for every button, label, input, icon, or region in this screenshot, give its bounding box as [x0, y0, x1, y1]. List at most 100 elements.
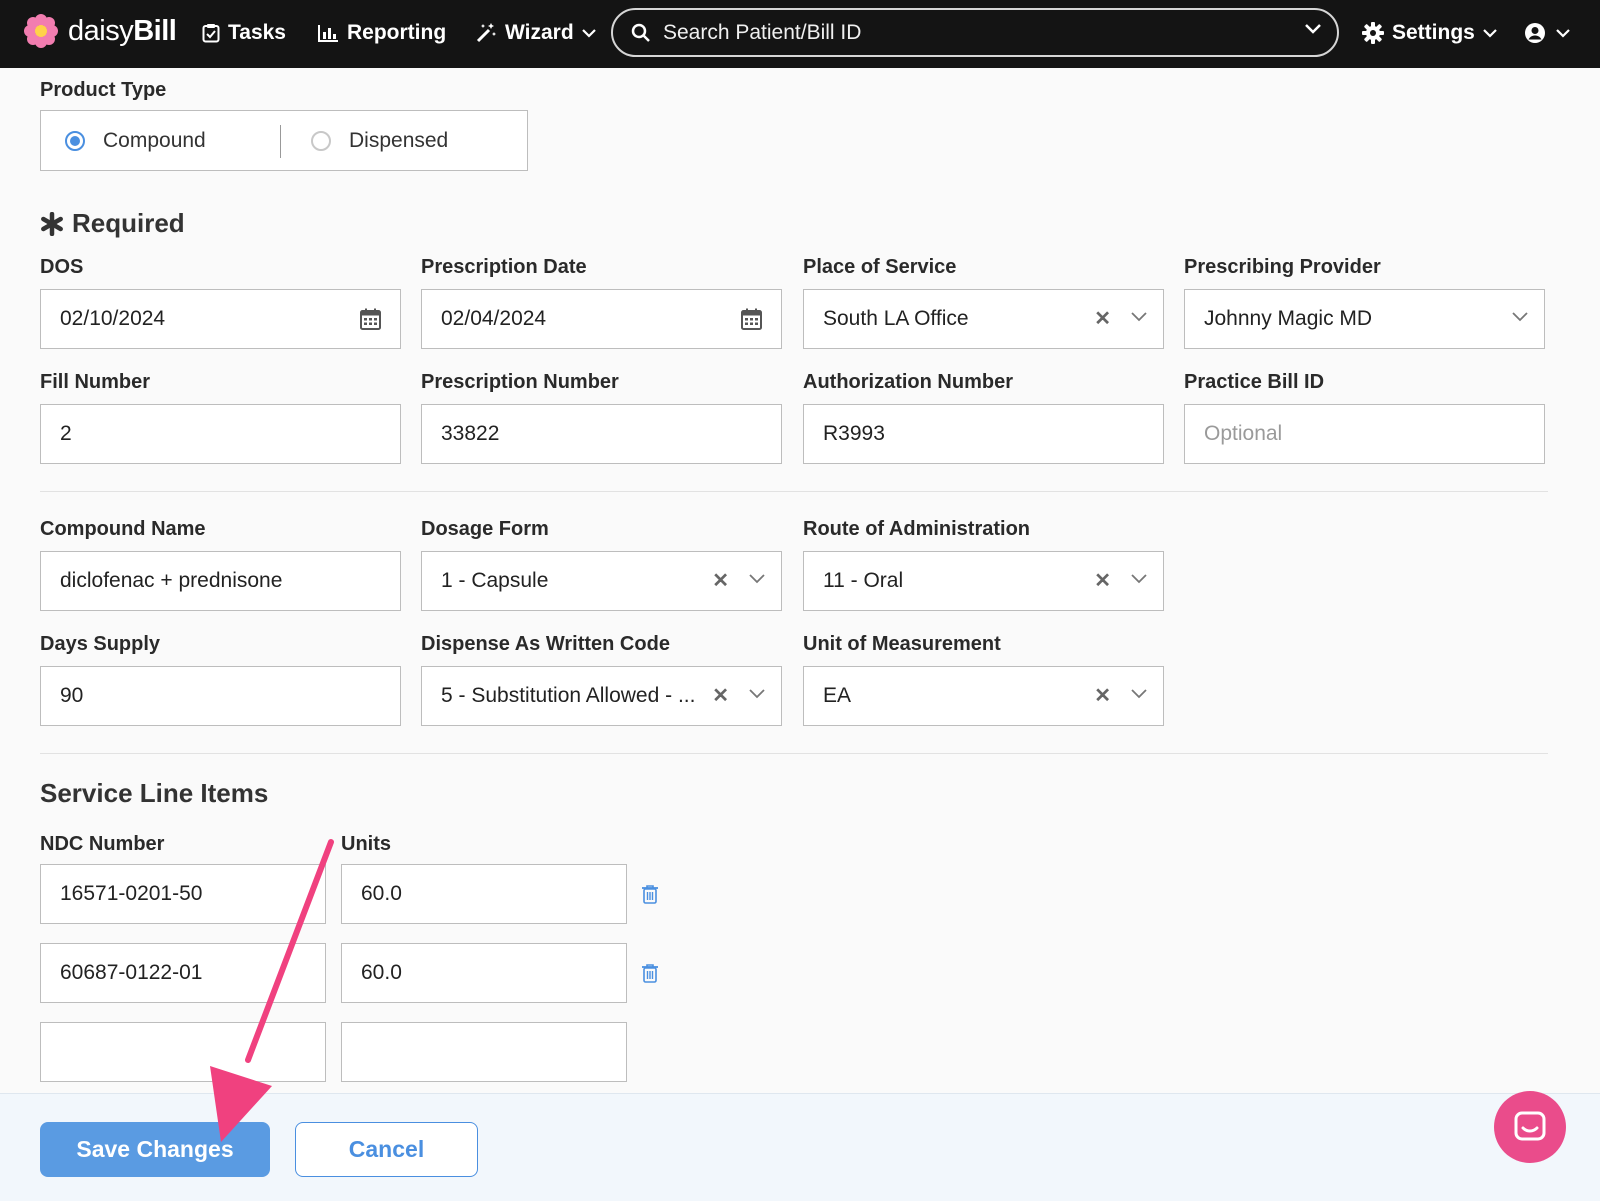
top-nav: daisyBill Tasks Reporting Wizard Setting… [0, 0, 1600, 68]
authorization-number-input[interactable] [823, 422, 1163, 446]
daw-code-label: Dispense As Written Code [421, 633, 670, 655]
chevron-down-icon [1483, 28, 1497, 38]
chevron-down-icon[interactable] [1131, 574, 1147, 584]
practice-bill-id-field[interactable] [1184, 404, 1545, 464]
chevron-down-icon[interactable] [1305, 24, 1321, 34]
search-icon [631, 23, 650, 42]
ndc-input-row-1[interactable] [40, 864, 326, 924]
clear-icon[interactable]: ✕ [712, 683, 729, 708]
radio-selected-icon[interactable] [65, 130, 85, 151]
product-type-compound[interactable]: Compound [65, 111, 206, 170]
clear-icon[interactable]: ✕ [1094, 306, 1111, 331]
place-of-service-label: Place of Service [803, 256, 957, 278]
nav-reporting[interactable]: Reporting [318, 18, 446, 48]
prescription-date-label: Prescription Date [421, 256, 587, 278]
units-input-row-2[interactable] [341, 943, 627, 1003]
units-input-row-3[interactable] [341, 1022, 627, 1082]
cancel-button[interactable]: Cancel [295, 1122, 478, 1177]
chevron-down-icon[interactable] [749, 689, 765, 699]
search-bar[interactable] [611, 8, 1339, 57]
units-input-row-1[interactable] [341, 864, 627, 924]
ndc-input[interactable] [60, 882, 325, 906]
nav-settings[interactable]: Settings [1362, 18, 1497, 48]
asterisk-icon [41, 211, 63, 236]
product-type-toggle: Compound Dispensed [40, 110, 528, 171]
clear-icon[interactable]: ✕ [1094, 568, 1111, 593]
route-value: 11 - Oral [823, 569, 904, 592]
place-of-service-value: South LA Office [823, 307, 969, 330]
user-menu[interactable] [1524, 18, 1570, 48]
brand-name: daisyBill [68, 14, 177, 47]
segment-divider [280, 125, 281, 158]
clear-icon[interactable]: ✕ [1094, 683, 1111, 708]
dosage-form-value: 1 - Capsule [441, 569, 549, 592]
daisy-flower-icon [24, 14, 58, 48]
service-line-items-heading: Service Line Items [40, 778, 269, 808]
nav-reporting-label: Reporting [347, 21, 447, 44]
ndc-input[interactable] [60, 961, 325, 985]
clear-icon[interactable]: ✕ [712, 568, 729, 593]
calendar-icon[interactable] [360, 308, 381, 330]
prescription-number-input[interactable] [441, 422, 781, 446]
units-input[interactable] [361, 961, 626, 985]
ndc-input[interactable] [60, 1040, 325, 1064]
trash-icon[interactable] [641, 884, 659, 904]
practice-bill-id-label: Practice Bill ID [1184, 371, 1325, 393]
chevron-down-icon[interactable] [1131, 312, 1147, 322]
magic-wand-icon [476, 23, 496, 43]
fill-number-input[interactable] [60, 422, 400, 446]
prescription-number-field[interactable] [421, 404, 782, 464]
units-input[interactable] [361, 882, 626, 906]
calendar-icon[interactable] [741, 308, 762, 330]
product-type-label: Product Type [40, 79, 167, 101]
brand-logo[interactable]: daisyBill [24, 14, 177, 48]
section-divider [40, 491, 1548, 492]
gear-icon [1362, 22, 1384, 44]
chevron-down-icon [581, 28, 596, 38]
ndc-number-label: NDC Number [40, 833, 165, 855]
chevron-down-icon[interactable] [1131, 689, 1147, 699]
dos-field[interactable]: 02/10/2024 [40, 289, 401, 349]
compound-name-field[interactable] [40, 551, 401, 611]
unit-of-measurement-select[interactable]: EA ✕ [803, 666, 1164, 726]
place-of-service-select[interactable]: South LA Office ✕ [803, 289, 1164, 349]
nav-wizard[interactable]: Wizard [475, 18, 596, 48]
save-changes-button[interactable]: Save Changes [40, 1122, 270, 1177]
practice-bill-id-input[interactable] [1204, 422, 1544, 446]
unit-of-measurement-value: EA [823, 684, 852, 707]
chevron-down-icon[interactable] [749, 574, 765, 584]
fill-number-field[interactable] [40, 404, 401, 464]
authorization-number-field[interactable] [803, 404, 1164, 464]
chevron-down-icon[interactable] [1512, 312, 1528, 322]
route-label: Route of Administration [803, 518, 1031, 540]
chat-launcher[interactable] [1494, 1091, 1566, 1163]
nav-tasks-label: Tasks [228, 21, 286, 44]
chat-icon [1514, 1111, 1546, 1141]
radio-unselected-icon[interactable] [311, 130, 331, 151]
nav-settings-label: Settings [1392, 21, 1475, 44]
days-supply-input[interactable] [60, 684, 400, 708]
user-avatar-icon [1525, 23, 1545, 43]
compound-name-input[interactable] [60, 569, 400, 593]
prescription-number-label: Prescription Number [421, 371, 619, 393]
days-supply-field[interactable] [40, 666, 401, 726]
prescribing-provider-select[interactable]: Johnny Magic MD [1184, 289, 1545, 349]
unit-of-measurement-label: Unit of Measurement [803, 633, 1001, 655]
units-label: Units [341, 833, 391, 855]
prescription-date-field[interactable]: 02/04/2024 [421, 289, 782, 349]
nav-tasks[interactable]: Tasks [202, 18, 286, 48]
days-supply-label: Days Supply [40, 633, 161, 655]
dos-value: 02/10/2024 [60, 307, 166, 330]
daw-code-value: 5 - Substitution Allowed - ... [441, 684, 696, 707]
section-divider [40, 753, 1548, 754]
product-type-dispensed[interactable]: Dispensed [311, 111, 448, 170]
daw-code-select[interactable]: 5 - Substitution Allowed - ... ✕ [421, 666, 782, 726]
search-input[interactable] [663, 20, 1283, 45]
ndc-input-row-2[interactable] [40, 943, 326, 1003]
ndc-input-row-3[interactable] [40, 1022, 326, 1082]
route-select[interactable]: 11 - Oral ✕ [803, 551, 1164, 611]
units-input[interactable] [361, 1040, 626, 1064]
nav-wizard-label: Wizard [505, 21, 574, 44]
dosage-form-select[interactable]: 1 - Capsule ✕ [421, 551, 782, 611]
trash-icon[interactable] [641, 963, 659, 983]
